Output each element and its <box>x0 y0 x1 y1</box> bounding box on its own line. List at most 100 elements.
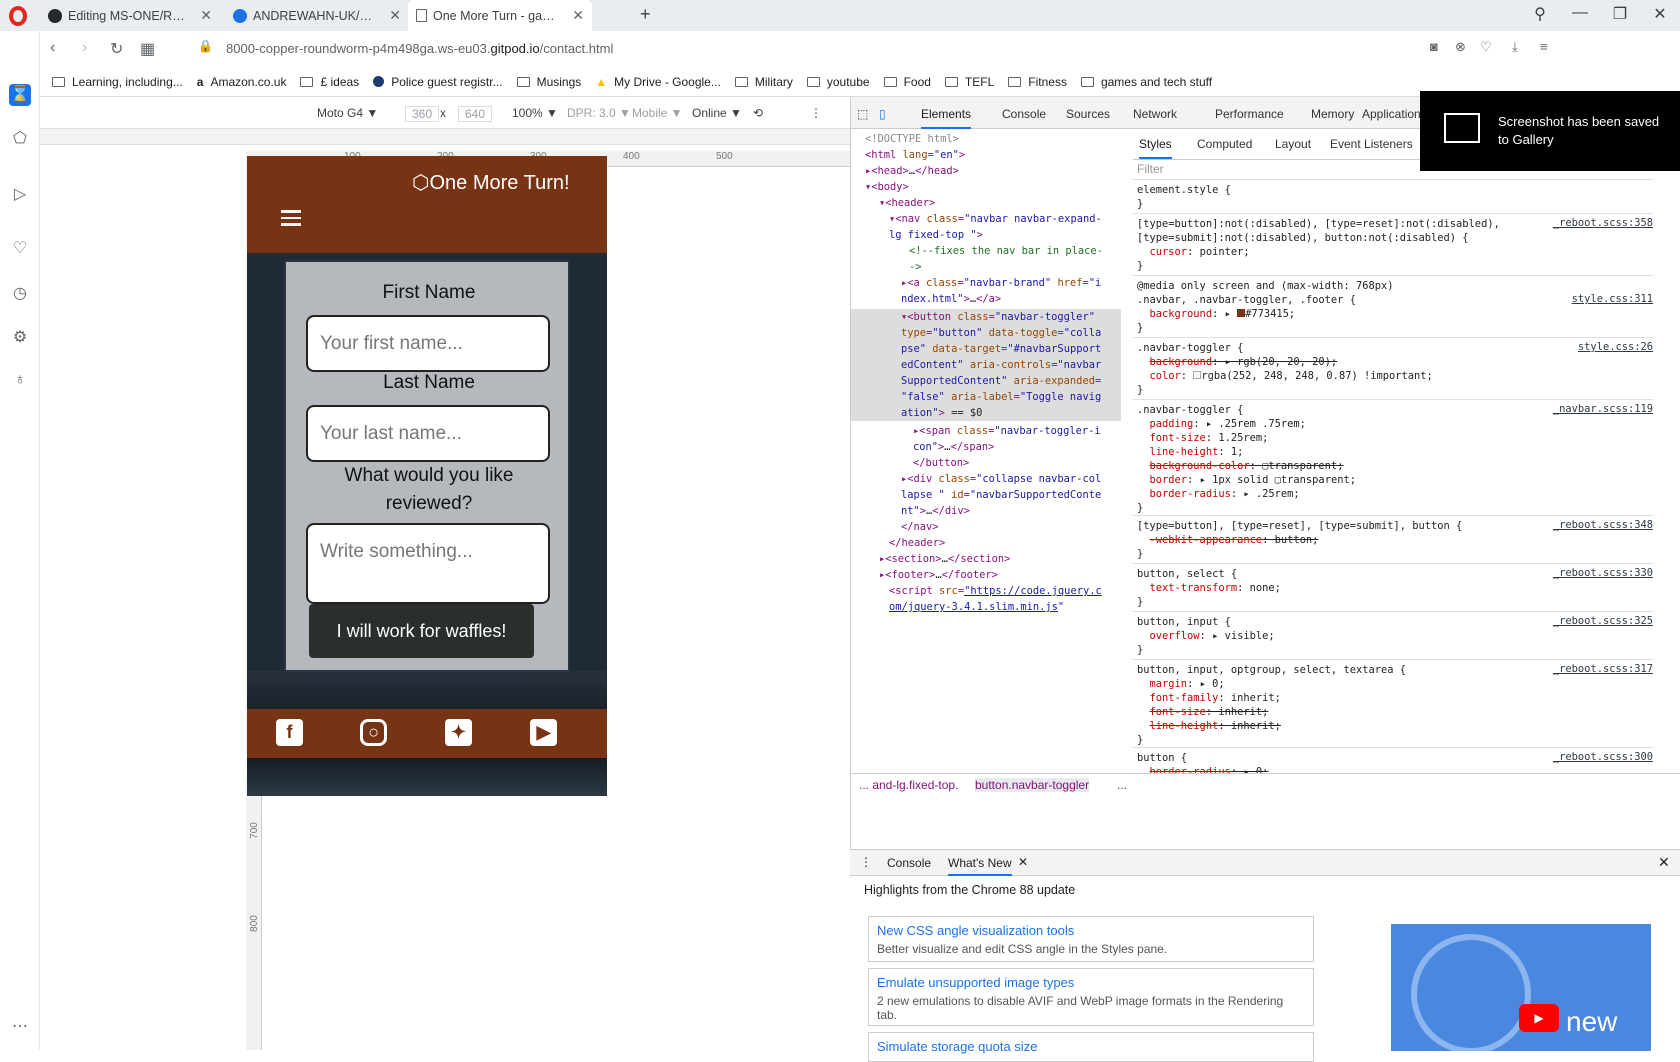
amazon-icon: a <box>196 74 204 89</box>
tab-styles[interactable]: Styles <box>1139 137 1172 159</box>
last-name-input[interactable]: Your last name... <box>306 405 550 462</box>
drawer-tab-console[interactable]: Console <box>887 856 931 870</box>
tab-layout[interactable]: Layout <box>1275 137 1311 151</box>
navbar-toggler-button[interactable] <box>281 210 301 226</box>
whats-new-video[interactable]: ▶ new <box>1391 924 1651 1051</box>
drawer-tab-whats-new[interactable]: What's New <box>948 856 1012 876</box>
tab-performance[interactable]: Performance <box>1215 107 1284 121</box>
tab-computed[interactable]: Computed <box>1197 137 1252 151</box>
tab-repo[interactable]: ANDREWAHN-UK/MS-ONE ✕ <box>225 0 409 31</box>
styles-pane[interactable]: Styles Computed Layout Event Listeners F… <box>1133 129 1680 829</box>
tab-console[interactable]: Console <box>1002 107 1046 121</box>
tab-event-listeners[interactable]: Event Listeners <box>1330 137 1413 151</box>
zoom-select[interactable]: 100% ▼ <box>512 106 558 120</box>
tab-memory[interactable]: Memory <box>1311 107 1354 121</box>
review-textarea[interactable]: Write something... <box>306 523 550 604</box>
lightbulb-icon[interactable]: ♁ <box>9 371 31 393</box>
url-path: /contact.html <box>539 41 614 56</box>
tab-application[interactable]: Application <box>1362 107 1421 121</box>
restore-icon[interactable]: ❐ <box>1600 4 1640 24</box>
close-icon[interactable]: ✕ <box>572 7 584 24</box>
adblock-icon[interactable]: ⊗ <box>1455 39 1466 55</box>
instagram-icon[interactable]: ○ <box>360 719 387 746</box>
first-name-input[interactable]: Your first name... <box>306 315 550 372</box>
bookmark-item[interactable]: Learning, including... <box>52 75 183 89</box>
bookmark-item[interactable]: £ ideas <box>300 75 359 89</box>
settings-icon[interactable]: ⚙ <box>9 327 31 349</box>
download-icon[interactable]: ⤓ <box>1512 39 1518 55</box>
tab-elements[interactable]: Elements <box>921 107 972 129</box>
device-toggle-icon[interactable]: ▯ <box>879 107 886 121</box>
camera-icon[interactable]: ◙ <box>1430 39 1438 54</box>
speed-dial-icon[interactable]: ▦ <box>140 39 155 59</box>
bookmark-item[interactable]: games and tech stuff <box>1080 75 1212 89</box>
bookmark-item[interactable]: a Amazon.co.uk <box>197 75 287 89</box>
height-input[interactable]: 640 <box>458 106 493 122</box>
hourglass-icon[interactable]: ⌛ <box>9 84 31 106</box>
menu-icon[interactable]: ≡ <box>1540 39 1548 54</box>
device-select[interactable]: Moto G4 ▼ <box>317 106 378 120</box>
tab-sources[interactable]: Sources <box>1066 107 1110 121</box>
reload-icon[interactable]: ↻ <box>110 39 123 59</box>
tab-readme[interactable]: Editing MS-ONE/README.m ✕ <box>40 0 220 31</box>
minimize-icon[interactable]: — <box>1560 4 1600 22</box>
tab-network[interactable]: Network <box>1133 107 1177 121</box>
forward-icon[interactable]: › <box>82 39 87 57</box>
whats-new-card[interactable]: Emulate unsupported image types 2 new em… <box>868 968 1314 1026</box>
bookmark-item[interactable]: Food <box>883 75 931 89</box>
player-icon[interactable]: ▷ <box>9 184 31 206</box>
rotate-icon[interactable]: ⟲ <box>753 106 763 120</box>
search-tabs-icon[interactable]: ⚲ <box>1520 4 1560 24</box>
breadcrumb-item[interactable]: ... <box>1117 778 1127 792</box>
network-select[interactable]: Online ▼ <box>692 106 742 120</box>
elements-tree[interactable]: <!DOCTYPE html> <html lang="en"> ▸<head>… <box>851 129 1121 829</box>
twitter-icon[interactable]: ✦ <box>445 719 472 746</box>
close-icon[interactable]: ✕ <box>389 7 401 24</box>
lock-icon: 🔒 <box>198 39 213 53</box>
heart-icon[interactable]: ♡ <box>1480 39 1492 55</box>
inspect-icon[interactable]: ⬚ <box>857 107 868 121</box>
google-drive-icon: ▲ <box>595 74 608 89</box>
bookmark-item[interactable]: Fitness <box>1008 75 1067 89</box>
github-icon <box>233 8 247 23</box>
more-icon[interactable]: ⋯ <box>9 1016 31 1038</box>
history-icon[interactable]: ◷ <box>9 283 31 305</box>
bookmark-item[interactable]: TEFL <box>944 75 994 89</box>
bookmark-item[interactable]: Military <box>734 75 793 89</box>
width-input[interactable]: 360 <box>405 106 440 122</box>
mobile-select[interactable]: Mobile ▼ <box>632 106 683 120</box>
bookmark-cube-icon[interactable]: ⬠ <box>9 128 31 150</box>
dpr-select[interactable]: DPR: 3.0 ▼ <box>567 106 631 120</box>
submit-button[interactable]: I will work for waffles! <box>309 604 534 658</box>
github-icon <box>48 8 62 23</box>
bookmark-item[interactable]: Police guest registr... <box>373 75 503 89</box>
opera-logo-icon[interactable] <box>9 6 27 26</box>
close-drawer-icon[interactable]: ✕ <box>1658 854 1670 871</box>
bookmark-item[interactable]: Musings <box>516 75 581 89</box>
youtube-play-icon[interactable]: ▶ <box>1519 1004 1559 1032</box>
bookmark-item[interactable]: ▲ My Drive - Google... <box>595 75 721 89</box>
breadcrumb-item[interactable]: button.navbar-toggler <box>975 778 1090 792</box>
youtube-icon[interactable]: ▶ <box>530 719 557 746</box>
whats-new-card[interactable]: New CSS angle visualization tools Better… <box>868 916 1314 962</box>
navbar-brand[interactable]: ⬡One More Turn! <box>412 170 570 195</box>
folder-icon <box>52 76 65 87</box>
folder-icon <box>944 76 958 87</box>
tab-one-more-turn[interactable]: One More Turn - game rev ✕ <box>408 0 592 31</box>
new-tab-icon[interactable]: + <box>640 4 651 25</box>
drawer-menu-icon[interactable]: ⋮ <box>860 855 872 869</box>
close-icon[interactable]: ✕ <box>1018 855 1028 869</box>
facebook-icon[interactable]: f <box>276 719 303 746</box>
close-window-icon[interactable]: ✕ <box>1640 4 1680 24</box>
close-icon[interactable]: ✕ <box>200 7 212 24</box>
heart-icon[interactable]: ♡ <box>9 238 31 260</box>
folder-icon <box>300 76 314 87</box>
screenshot-toast[interactable]: Screenshot has been saved to Gallery <box>1420 91 1680 171</box>
more-options-icon[interactable]: ⋮ <box>810 106 822 120</box>
bookmark-item[interactable]: youtube <box>806 75 870 89</box>
back-icon[interactable]: ‹ <box>50 39 55 57</box>
styles-filter-input[interactable]: Filter <box>1137 162 1164 176</box>
breadcrumb-item[interactable]: ... and-lg.fixed-top. <box>859 778 958 792</box>
url-field[interactable]: 8000-copper-roundworm-p4m498ga.ws-eu03.g… <box>226 41 613 56</box>
whats-new-card[interactable]: Simulate storage quota size <box>868 1032 1314 1062</box>
